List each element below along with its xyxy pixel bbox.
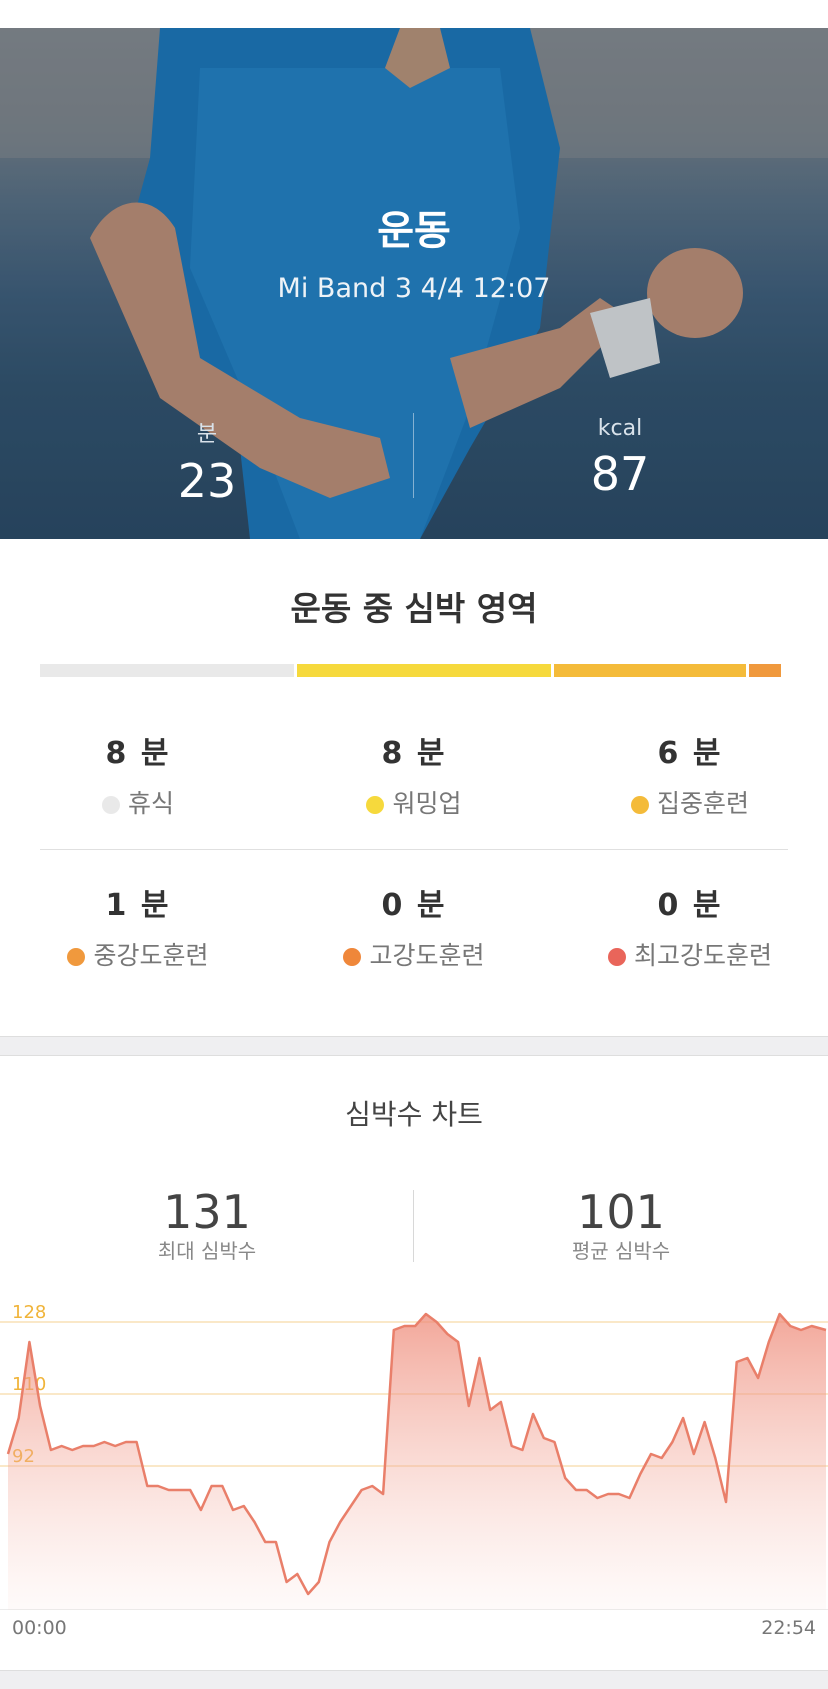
zone-focus-label: 집중훈련	[656, 789, 749, 818]
chart-end-time: 22:54	[761, 1617, 816, 1639]
zones-divider	[40, 849, 788, 850]
heart-rate-area	[8, 1314, 826, 1610]
zone-rest-value: 8 분	[105, 736, 171, 771]
zone-warmup-dot	[366, 796, 385, 814]
max-heart-rate-label: 최대 심박수	[157, 1239, 257, 1263]
chart-start-time: 00:00	[12, 1617, 67, 1639]
zone-high-dot	[343, 948, 362, 966]
avg-heart-rate: 101 평균 심박수	[491, 1185, 751, 1264]
max-heart-rate: 131 최대 심박수	[77, 1185, 337, 1264]
zone-bar-rest	[40, 664, 294, 677]
heart-rate-title: 심박수 차트	[345, 1098, 483, 1131]
heart-rate-chart: 12811092	[0, 1302, 828, 1610]
calories-value: 87	[590, 447, 650, 501]
zone-moderate-dot	[67, 948, 86, 966]
heart-stat-divider	[413, 1190, 414, 1262]
zone-rest-label: 휴식	[127, 789, 174, 818]
zone-high-label: 고강도훈련	[369, 941, 485, 970]
calories-unit: kcal	[597, 416, 643, 441]
zone-warmup-value: 8 분	[381, 736, 447, 771]
zone-max-label: 최고강도훈련	[633, 941, 772, 970]
duration-unit: 분	[196, 422, 218, 447]
zone-focus-dot	[630, 796, 649, 814]
zone-warmup: 8 분 워밍업	[276, 728, 552, 820]
zone-focus-value: 6 분	[657, 736, 723, 771]
zone-bar-focus	[554, 664, 746, 677]
avg-heart-rate-value: 101	[577, 1185, 665, 1239]
calories-stat: kcal 87	[510, 416, 730, 501]
avg-heart-rate-label: 평균 심박수	[571, 1239, 671, 1263]
zone-moderate-label: 중강도훈련	[93, 941, 209, 970]
zone-high: 0 분 고강도훈련	[276, 880, 552, 972]
zone-bar-moderate	[749, 664, 781, 677]
hero-divider	[413, 413, 414, 498]
zone-max-value: 0 분	[657, 888, 723, 923]
zone-moderate: 1 분 중강도훈련	[0, 880, 276, 972]
duration-value: 23	[177, 454, 237, 508]
zone-max-dot	[607, 948, 626, 966]
zone-focus: 6 분 집중훈련	[552, 728, 828, 820]
zone-bar-warmup	[297, 664, 551, 677]
section-separator	[0, 1036, 828, 1056]
workout-title: 운동	[377, 208, 451, 254]
max-heart-rate-value: 131	[163, 1185, 251, 1239]
bottom-separator	[0, 1670, 828, 1689]
zone-high-value: 0 분	[381, 888, 447, 923]
zone-max: 0 분 최고강도훈련	[552, 880, 828, 972]
zone-rest: 8 분 휴식	[0, 728, 276, 820]
y-tick-label-128: 128	[12, 1302, 46, 1323]
workout-subtitle: Mi Band 3 4/4 12:07	[277, 273, 551, 304]
zone-warmup-label: 워밍업	[392, 789, 462, 818]
zone-rest-dot	[101, 796, 120, 814]
duration-stat: 분 23	[97, 416, 317, 508]
zones-title: 운동 중 심박 영역	[290, 589, 538, 628]
zone-moderate-value: 1 분	[105, 888, 171, 923]
workout-hero: 운동 Mi Band 3 4/4 12:07 분 23 kcal 87	[0, 28, 828, 539]
